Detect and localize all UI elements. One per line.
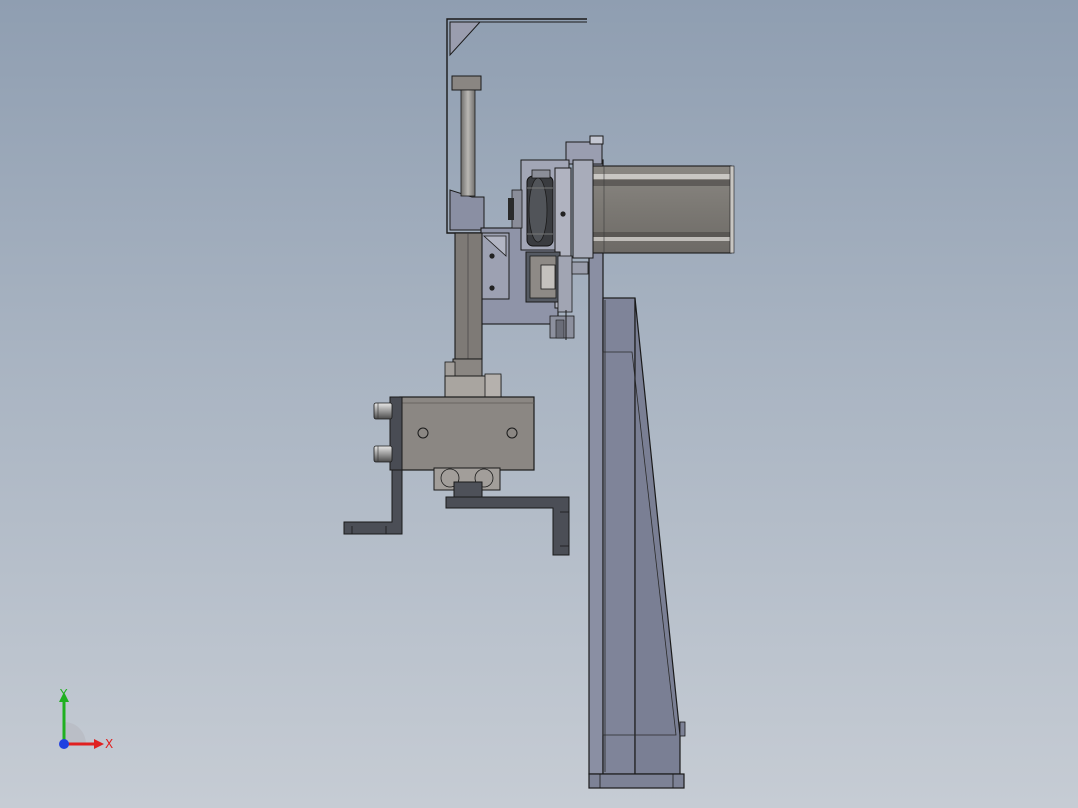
graphics-viewport[interactable]: Y X <box>0 0 1078 808</box>
y-axis-label: Y <box>59 687 68 701</box>
right-gripper-finger[interactable] <box>445 496 570 556</box>
sensor-block[interactable] <box>525 251 589 340</box>
coupler[interactable] <box>444 358 502 399</box>
orientation-triad: Y X <box>48 684 128 756</box>
air-fitting-top[interactable] <box>373 402 393 420</box>
left-gripper-finger[interactable] <box>343 469 403 535</box>
z-axis-dot-icon <box>59 739 69 749</box>
x-axis-label: X <box>105 737 113 751</box>
cad-model-side-view[interactable] <box>0 0 1078 808</box>
guide-rod[interactable] <box>451 75 482 197</box>
pulley[interactable] <box>526 169 554 247</box>
servo-motor[interactable] <box>572 159 735 259</box>
air-fitting-bottom[interactable] <box>373 445 393 463</box>
x-axis-arrow-icon <box>94 739 104 749</box>
base-column[interactable] <box>588 159 686 789</box>
pneumatic-gripper[interactable] <box>389 396 535 499</box>
triad-graphic: Y X <box>59 687 113 751</box>
